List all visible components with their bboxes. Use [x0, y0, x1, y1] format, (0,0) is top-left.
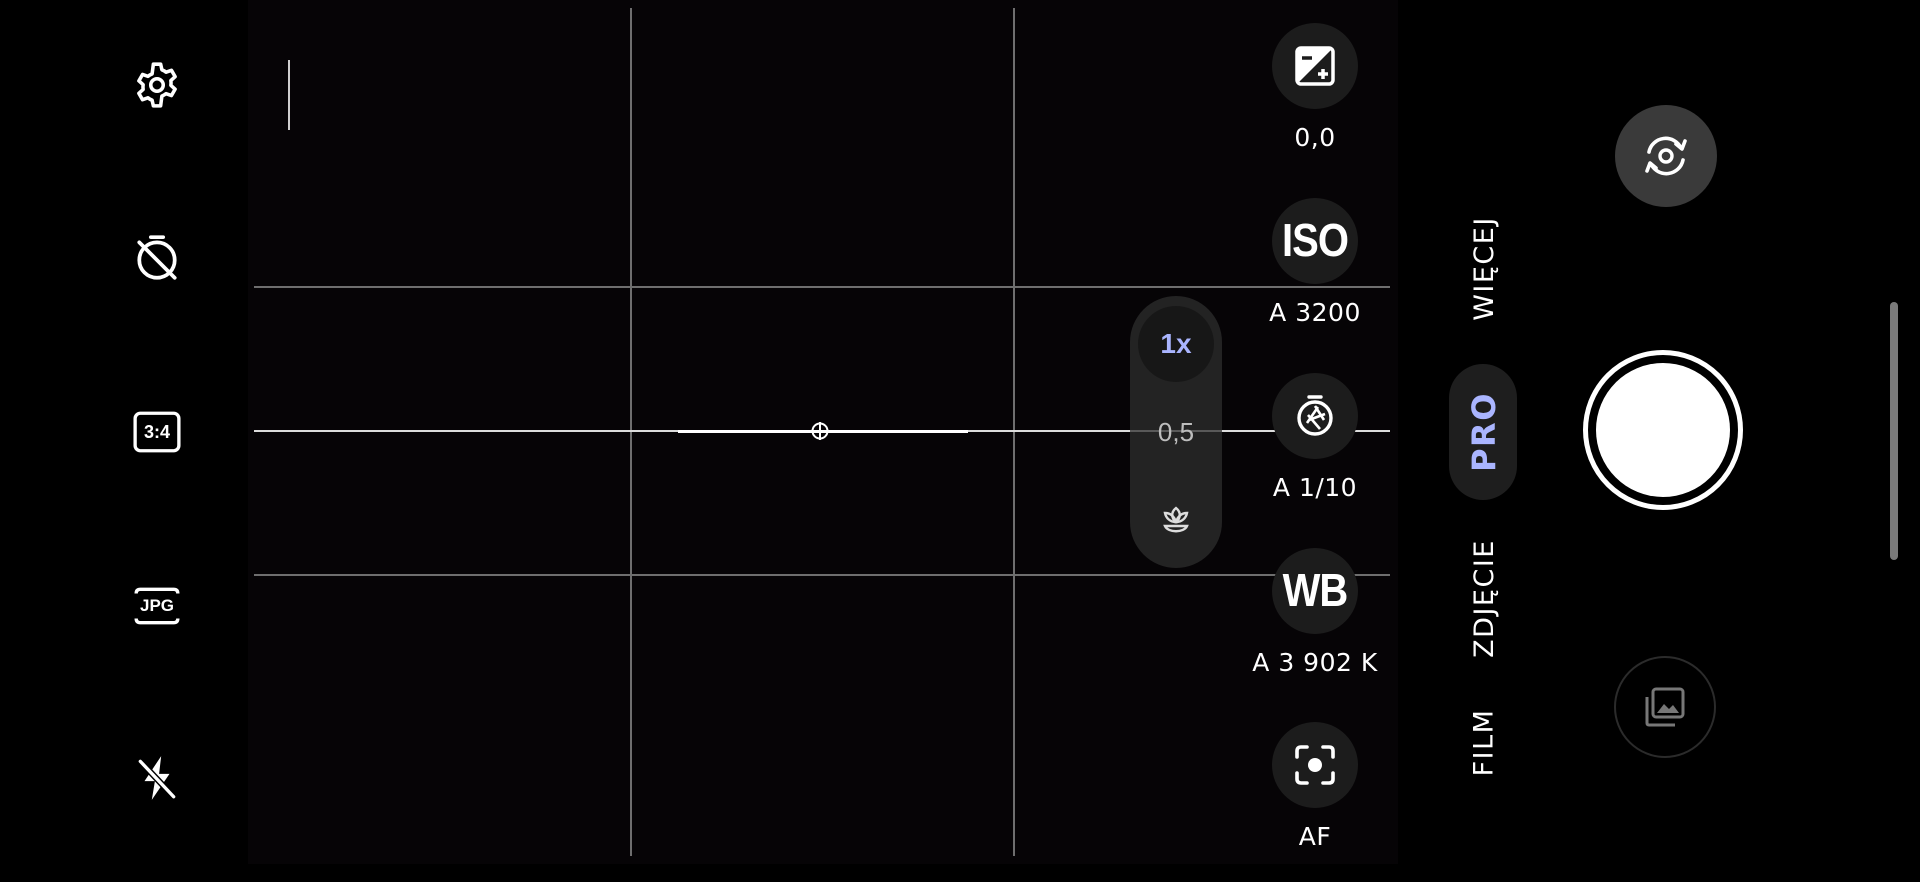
timer-off-icon [137, 235, 177, 280]
switch-camera-button[interactable] [1615, 105, 1717, 207]
iso-control[interactable]: ISO A 3200 [1269, 198, 1361, 358]
exposure-compensation-value: 0,0 [1294, 123, 1336, 152]
exposure-meter-mark [288, 60, 290, 130]
aspect-ratio-button[interactable]: 3:4 [127, 402, 187, 462]
format-button[interactable]: JPG [127, 576, 187, 636]
mode-more-label: WIĘCEJ [1468, 215, 1500, 321]
timer-button[interactable] [127, 228, 187, 288]
viewfinder[interactable] [248, 0, 1398, 864]
focus-value: AF [1298, 822, 1332, 851]
shutter-button-inner [1596, 363, 1730, 497]
grid-line-horizontal-1 [254, 286, 1390, 288]
focus-control[interactable]: AF [1270, 722, 1360, 882]
shutter-speed-button[interactable] [1272, 373, 1358, 459]
gallery-icon [1645, 687, 1685, 727]
switch-camera-icon [1645, 136, 1687, 176]
iso-value: A 3200 [1269, 298, 1361, 327]
autofocus-icon [1295, 745, 1335, 785]
focus-button[interactable] [1272, 722, 1358, 808]
left-toolbar: 3:4 JPG [0, 0, 248, 864]
shutter-button[interactable] [1583, 350, 1743, 510]
exposure-compensation-control[interactable]: 0,0 [1270, 23, 1360, 183]
iso-button[interactable]: ISO [1272, 198, 1358, 284]
shutter-speed-control[interactable]: A 1/10 [1270, 373, 1360, 533]
shutter-speed-icon [1297, 395, 1333, 436]
mode-video-label: FILM [1468, 708, 1500, 776]
macro-button[interactable] [1138, 482, 1214, 558]
zoom-1x-button[interactable]: 1x [1138, 306, 1214, 382]
settings-button[interactable] [127, 55, 187, 115]
grid-line-vertical-1 [630, 8, 632, 856]
macro-flower-icon [1163, 506, 1189, 533]
white-balance-value: A 3 902 K [1252, 648, 1378, 677]
gear-icon [137, 62, 177, 108]
exposure-compensation-icon [1295, 46, 1335, 86]
exposure-compensation-button[interactable] [1272, 23, 1358, 109]
white-balance-label: WB [1282, 565, 1349, 616]
mode-photo-label: ZDJĘCIE [1468, 538, 1500, 658]
aspect-ratio-label: 3:4 [143, 421, 170, 442]
zoom-selector: 1x 0,5 [1130, 296, 1222, 568]
iso-label: ISO [1282, 215, 1349, 266]
white-balance-button[interactable]: WB [1272, 548, 1358, 634]
scrollbar[interactable] [1890, 302, 1898, 560]
flash-button[interactable] [127, 748, 187, 808]
gallery-button[interactable] [1614, 656, 1716, 758]
zoom-0-5-button[interactable]: 0,5 [1138, 394, 1214, 470]
shutter-speed-value: A 1/10 [1272, 473, 1358, 502]
white-balance-control[interactable]: WB A 3 902 K [1252, 548, 1377, 708]
mode-pro-label: PRO [1465, 392, 1504, 472]
grid-line-horizontal-2 [254, 574, 1390, 576]
flash-off-icon [138, 756, 176, 800]
focus-crosshair-icon [811, 422, 829, 440]
grid-line-vertical-2 [1013, 8, 1015, 856]
format-label: JPG [139, 596, 175, 615]
